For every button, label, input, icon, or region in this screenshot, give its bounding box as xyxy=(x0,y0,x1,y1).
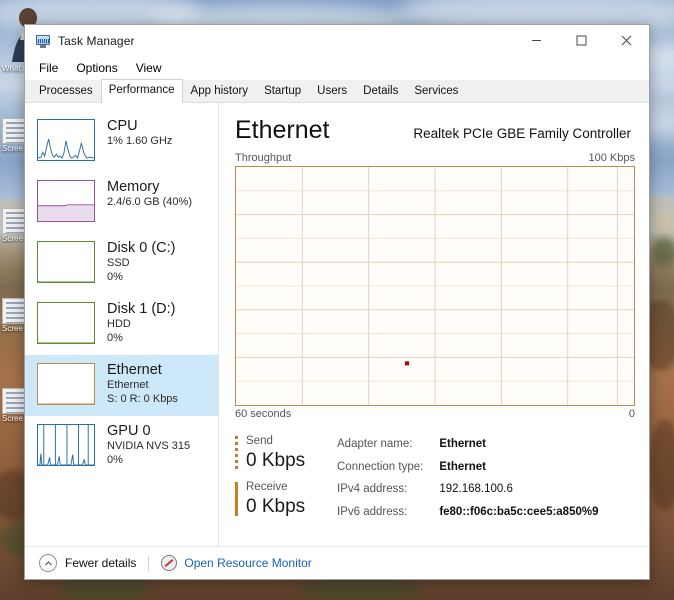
ipv4-address-key: IPv4 address: xyxy=(337,483,408,495)
sidebar-item-cpu[interactable]: CPU 1% 1.60 GHz xyxy=(25,111,218,172)
sidebar-item-title: Disk 0 (C:) xyxy=(107,240,176,256)
memory-mini-graph xyxy=(37,180,95,222)
graph-time-zero: 0 xyxy=(628,408,635,420)
disk1-mini-graph xyxy=(37,302,95,344)
tab-app-history[interactable]: App history xyxy=(182,80,257,102)
cpu-mini-graph xyxy=(37,119,95,161)
sidebar-item-sub1: 2.4/6.0 GB (40%) xyxy=(107,196,192,208)
sidebar-item-sub1: HDD xyxy=(107,318,131,330)
adapter-model-text: Realtek PCIe GBE Family Controller xyxy=(413,126,631,141)
resource-monitor-icon xyxy=(161,555,178,571)
footer-divider xyxy=(148,555,150,571)
ethernet-mini-graph xyxy=(37,363,95,405)
chevron-up-icon xyxy=(39,554,57,572)
sidebar-item-sub2: 0% xyxy=(107,331,123,344)
sidebar-item-sub2: 0% xyxy=(107,453,123,466)
receive-stat: Receive 0 Kbps xyxy=(235,480,321,519)
send-value: 0 Kbps xyxy=(246,450,306,471)
adapter-name-key: Adapter name: xyxy=(337,438,413,450)
send-legend-swatch xyxy=(235,436,238,470)
receive-value: 0 Kbps xyxy=(246,496,306,517)
send-label: Send xyxy=(246,435,273,447)
throughput-graph xyxy=(235,166,635,406)
ipv6-address-value: fe80::f06c:ba5c:cee5:a850%9 xyxy=(439,505,599,518)
stats-and-info: Send 0 Kbps Receive 0 Kbps Adapter name:… xyxy=(235,426,635,526)
sidebar-item-title: Memory xyxy=(107,179,160,195)
sidebar-item-disk0[interactable]: Disk 0 (C:) SSD 0% xyxy=(25,233,218,294)
sidebar-item-sub2: 0% xyxy=(107,270,123,283)
minimize-button[interactable] xyxy=(514,25,559,56)
maximize-button[interactable] xyxy=(559,25,604,56)
sidebar-item-title: Disk 1 (D:) xyxy=(107,301,176,317)
tab-processes[interactable]: Processes xyxy=(31,80,101,102)
tab-services[interactable]: Services xyxy=(406,80,467,102)
menu-view[interactable]: View xyxy=(128,58,170,79)
table-row: IPv6 address: fe80::f06c:ba5c:cee5:a850%… xyxy=(337,504,599,525)
menu-file[interactable]: File xyxy=(31,58,66,79)
menu-options[interactable]: Options xyxy=(68,58,125,79)
sidebar-item-ethernet[interactable]: Ethernet Ethernet S: 0 R: 0 Kbps xyxy=(25,355,218,416)
receive-legend-swatch xyxy=(235,482,238,516)
throughput-stats: Send 0 Kbps Receive 0 Kbps xyxy=(235,434,321,526)
connection-type-value: Ethernet xyxy=(439,460,486,473)
graph-axis-top: Throughput 100 Kbps xyxy=(235,152,635,164)
page-title: Ethernet xyxy=(235,116,330,144)
graph-time-span: 60 seconds xyxy=(235,408,292,420)
window-title: Task Manager xyxy=(58,33,135,48)
graph-axis-bottom: 60 seconds 0 xyxy=(235,408,635,420)
ipv6-address-key: IPv6 address: xyxy=(337,505,408,518)
graph-cursor-dot xyxy=(404,361,410,366)
close-button[interactable] xyxy=(604,25,649,56)
disk0-mini-graph xyxy=(37,241,95,283)
adapter-name-value: Ethernet xyxy=(439,438,486,450)
resource-sidebar: CPU 1% 1.60 GHz Memory 2.4/6.0 GB (40%) xyxy=(25,103,219,546)
tab-performance[interactable]: Performance xyxy=(100,79,183,103)
tab-startup[interactable]: Startup xyxy=(256,80,310,102)
sidebar-item-sub1: NVIDIA NVS 315 xyxy=(107,440,191,452)
ethernet-detail-pane: Ethernet Realtek PCIe GBE Family Control… xyxy=(219,103,649,546)
send-stat: Send 0 Kbps xyxy=(235,434,321,473)
adapter-info-table: Adapter name: Ethernet Connection type: … xyxy=(321,434,601,526)
menu-bar: File Options View xyxy=(25,56,649,80)
sidebar-item-title: GPU 0 xyxy=(107,423,151,439)
task-manager-window: Task Manager File Options View Processes… xyxy=(24,24,650,580)
sidebar-item-sub1: 1% 1.60 GHz xyxy=(107,135,173,147)
pane-header: Ethernet Realtek PCIe GBE Family Control… xyxy=(235,115,635,145)
title-bar[interactable]: Task Manager xyxy=(25,25,649,56)
table-row: Adapter name: Ethernet xyxy=(337,436,599,457)
tab-bar: Processes Performance App history Startu… xyxy=(25,79,649,103)
connection-type-key: Connection type: xyxy=(337,460,424,473)
gpu0-mini-graph xyxy=(37,424,95,466)
ipv4-address-value: 192.168.100.6 xyxy=(439,483,513,495)
graph-max-label: 100 Kbps xyxy=(588,152,635,164)
sidebar-item-title: CPU xyxy=(107,118,138,134)
graph-label: Throughput xyxy=(235,152,292,164)
fewer-details-button[interactable]: Fewer details xyxy=(39,554,136,572)
window-footer: Fewer details Open Resource Monitor xyxy=(25,546,649,579)
tab-details[interactable]: Details xyxy=(355,80,407,102)
receive-label: Receive xyxy=(246,481,288,493)
sidebar-item-gpu0[interactable]: GPU 0 NVIDIA NVS 315 0% xyxy=(25,416,218,477)
sidebar-item-sub1: SSD xyxy=(107,257,130,269)
throughput-graph-svg xyxy=(236,167,634,405)
table-row: IPv4 address: 192.168.100.6 xyxy=(337,481,599,502)
open-resource-monitor-label: Open Resource Monitor xyxy=(184,556,312,570)
fewer-details-label: Fewer details xyxy=(65,556,137,570)
sidebar-item-sub2: S: 0 R: 0 Kbps xyxy=(107,392,178,405)
sidebar-item-memory[interactable]: Memory 2.4/6.0 GB (40%) xyxy=(25,172,218,233)
sidebar-item-title: Ethernet xyxy=(107,362,162,378)
performance-body: CPU 1% 1.60 GHz Memory 2.4/6.0 GB (40%) xyxy=(25,103,649,546)
tab-users[interactable]: Users xyxy=(309,80,356,102)
open-resource-monitor-link[interactable]: Open Resource Monitor xyxy=(161,555,312,571)
window-controls xyxy=(514,25,649,56)
task-manager-icon xyxy=(35,33,51,49)
sidebar-item-disk1[interactable]: Disk 1 (D:) HDD 0% xyxy=(25,294,218,355)
table-row: Connection type: Ethernet xyxy=(337,459,599,480)
sidebar-item-sub1: Ethernet xyxy=(107,379,149,391)
